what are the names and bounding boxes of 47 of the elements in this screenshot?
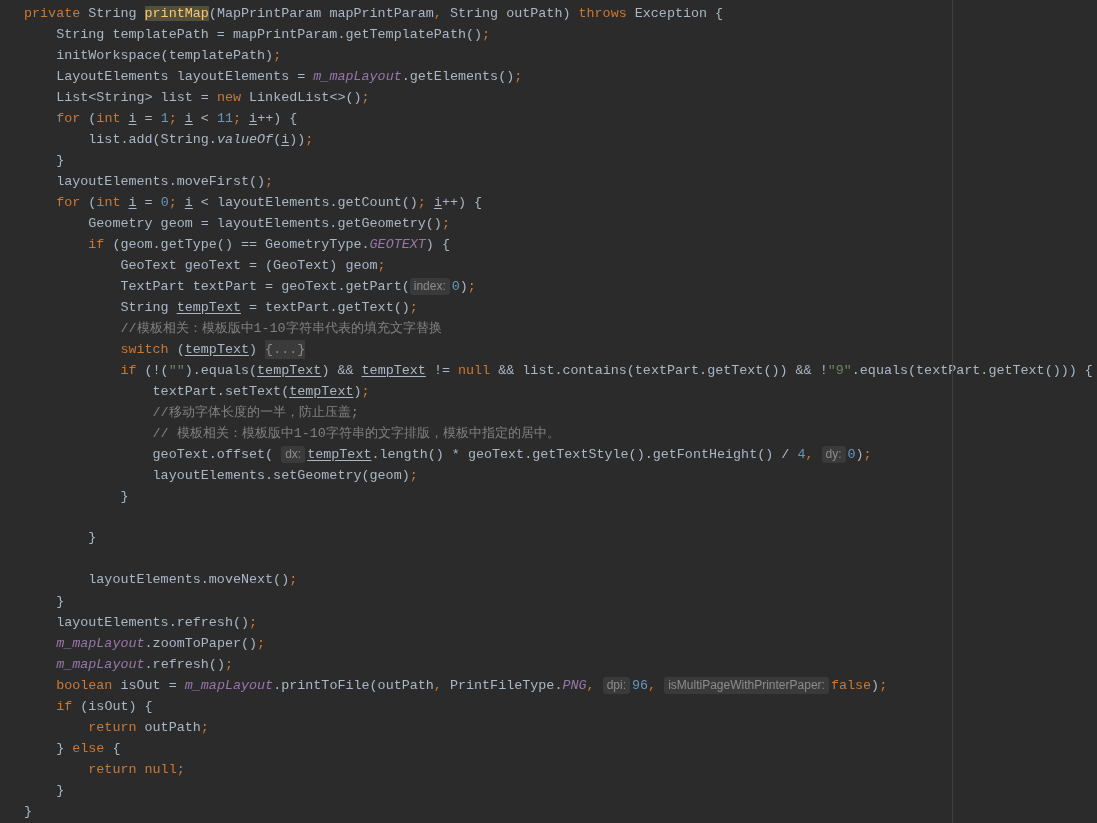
code-line: } <box>24 803 33 821</box>
code-line: m_mapLayout.refresh(); <box>56 656 233 674</box>
parameter-hint: dpi: <box>602 677 630 694</box>
code-text: 96, <box>632 677 658 695</box>
code-line: textPart.setText(tempText); <box>152 383 370 401</box>
code-text: switch (tempText) <box>120 341 259 359</box>
code-line: } <box>56 593 65 611</box>
code-line: GeoText geoText = (GeoText) geom; <box>120 257 386 275</box>
code-line: // 模板相关：模板版中1-10字符串的文字排版，模板中指定的居中。 <box>152 425 560 443</box>
parameter-hint: dx: <box>281 446 306 463</box>
code-line: if (isOut) { <box>56 698 153 716</box>
code-line: } <box>88 529 97 547</box>
parameter-hint: isMultiPageWithPrinterPaper: <box>664 677 829 694</box>
code-line: return outPath; <box>88 719 209 737</box>
code-line: if (geom.getType() == GeometryType.GEOTEXT) { <box>88 236 450 254</box>
code-line: LayoutElements layoutElements = m_mapLayout.getElements(); <box>56 68 523 86</box>
code-line: if (!("").equals(tempText) && tempText != null && list.contains(textPart.getText()) && !"9".equals(textPart.getText())) { <box>120 362 1093 380</box>
code-line: //模板相关：模板版中1-10字符串代表的填充文字替换 <box>120 320 442 338</box>
code-line: private String printMap(MapPrintParam mapPrintParam, String outPath) throws Exception { <box>24 5 724 23</box>
code-line: layoutElements.setGeometry(geom); <box>152 467 418 485</box>
code-line: String tempText = textPart.getText(); <box>120 299 418 317</box>
code-line: layoutElements.moveNext(); <box>88 571 298 589</box>
code-text: geoText.offset( <box>152 446 275 464</box>
code-text: TextPart textPart = geoText.getPart( <box>120 278 410 296</box>
code-line: m_mapLayout.zoomToPaper(); <box>56 635 266 653</box>
code-line: for (int i = 0; i < layoutElements.getCount(); i++) { <box>56 194 483 212</box>
parameter-hint: index: <box>409 278 450 295</box>
code-text: 0); <box>451 278 476 296</box>
code-line: String templatePath = mapPrintParam.getTemplatePath(); <box>56 26 491 44</box>
code-line: } <box>56 152 65 170</box>
code-line: } else { <box>56 740 121 758</box>
code-line: for (int i = 1; i < 11; i++) { <box>56 110 298 128</box>
code-line: return null; <box>88 761 185 779</box>
code-line: Geometry geom = layoutElements.getGeometry(); <box>88 215 450 233</box>
code-line: layoutElements.moveFirst(); <box>56 173 274 191</box>
code-line: initWorkspace(templatePath); <box>56 47 282 65</box>
code-text: boolean isOut = m_mapLayout.printToFile(outPath, PrintFileType.PNG, <box>56 677 596 695</box>
code-line: } <box>56 782 65 800</box>
code-line: list.add(String.valueOf(i)); <box>88 131 314 149</box>
code-line: } <box>120 488 129 506</box>
code-text: false); <box>830 677 888 695</box>
parameter-hint: dy: <box>821 446 846 463</box>
code-line: layoutElements.refresh(); <box>56 614 258 632</box>
folded-code[interactable]: {...} <box>265 340 306 359</box>
code-text: tempText.length() * geoText.getTextStyle().getFontHeight() / 4, <box>307 446 815 464</box>
code-text: 0); <box>847 446 872 464</box>
code-line: List<String> list = new LinkedList<>(); <box>56 89 370 107</box>
